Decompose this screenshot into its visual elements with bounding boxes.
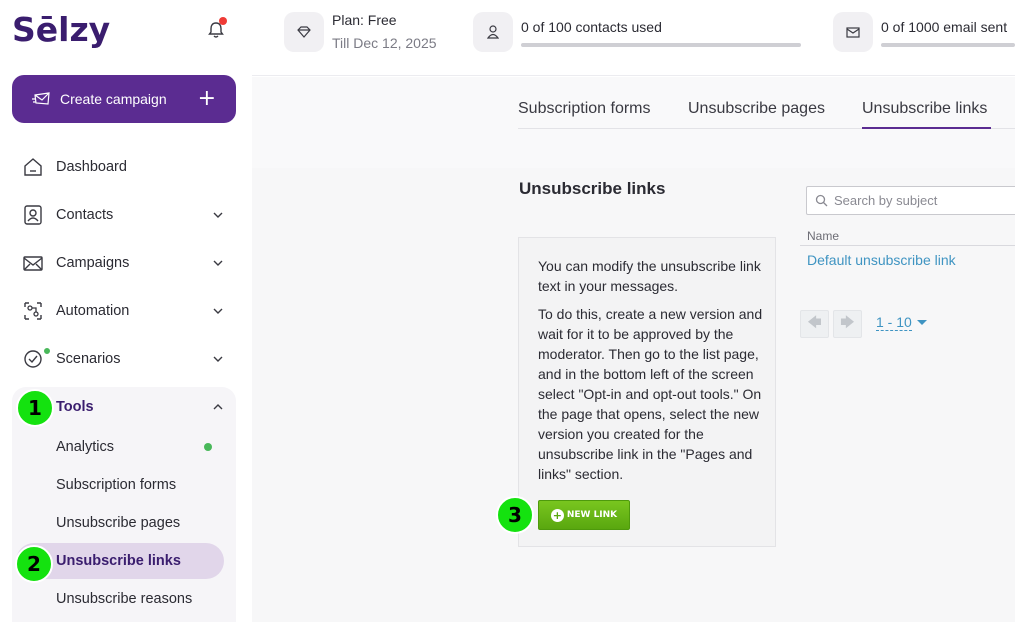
sidebar-item-label: Tools [56,399,94,415]
plus-circle-icon: + [550,508,564,522]
search-icon [815,194,828,207]
send-mail-icon [32,92,50,105]
user-icon [473,12,513,52]
step-marker-2: 2 [15,545,53,583]
envelope-icon [23,256,43,271]
home-icon [24,158,42,176]
sidebar-item-label: Dashboard [56,159,127,175]
arrow-left-icon: 🡄 [807,315,822,331]
info-paragraph-1: You can modify the unsubscribe link text… [538,258,761,294]
active-tab-indicator [862,127,991,129]
chevron-down-icon [213,212,223,218]
mail-icon [833,12,873,52]
pagination-range[interactable]: 1 - 10 [876,314,912,331]
tab-subscription-forms[interactable]: Subscription forms [518,100,651,118]
sidebar-sub-subscription-forms[interactable]: Subscription forms [56,477,176,493]
info-paragraph-2: To do this, create a new version and wai… [538,306,763,482]
sidebar-item-contacts[interactable]: Contacts [22,200,232,230]
page-title: Unsubscribe links [519,179,666,198]
search-box [806,186,1015,215]
sidebar-item-scenarios[interactable]: Scenarios [22,344,232,374]
search-input[interactable] [834,193,1014,208]
sidebar-sub-analytics[interactable]: Analytics [56,439,114,455]
contacts-progress-bar [521,43,801,47]
sidebar-sub-unsubscribe-reasons[interactable]: Unsubscribe reasons [56,591,192,607]
sidebar-item-dashboard[interactable]: Dashboard [22,152,232,182]
sidebar-item-label: Contacts [56,207,114,223]
new-link-label: NEW LINK [566,510,618,520]
tab-unsubscribe-links[interactable]: Unsubscribe links [862,100,987,118]
sidebar-item-campaigns[interactable]: Campaigns [22,248,232,278]
prev-page-button[interactable]: 🡄 [800,310,829,338]
column-header-name[interactable]: Name [807,229,839,243]
top-bar: Plan: Free Till Dec 12, 2025 0 of 100 co… [252,0,1015,76]
emails-sent: 0 of 1000 email sent [881,19,1008,35]
sidebar-item-automation[interactable]: Automation [22,296,232,326]
contacts-icon [24,205,42,225]
emails-progress-bar [881,43,1015,47]
chevron-down-icon [213,260,223,266]
status-dot [43,347,51,355]
tabs-background [252,77,1015,168]
plan-date: Till Dec 12, 2025 [332,35,437,51]
table-row-link[interactable]: Default unsubscribe link [807,252,956,268]
tab-unsubscribe-pages[interactable]: Unsubscribe pages [688,100,825,118]
plan-label[interactable]: Plan: Free [332,12,397,28]
scenarios-icon [24,350,42,368]
chevron-down-icon [213,308,223,314]
step-marker-1: 1 [16,389,54,427]
sidebar-item-tools[interactable]: Tools [56,392,232,422]
sidebar-item-label: Campaigns [56,255,130,271]
arrow-right-icon: 🡆 [840,315,855,331]
caret-down-icon[interactable] [917,320,927,325]
create-campaign-button[interactable]: Create campaign + [12,75,236,123]
notification-dot [219,17,227,25]
status-dot [204,443,212,451]
automation-icon [24,302,42,320]
app-root: Sēlzy Create campaign + Dashboard Contac… [0,0,1015,622]
create-campaign-label: Create campaign [60,91,167,107]
next-page-button[interactable]: 🡆 [833,310,862,338]
new-link-button[interactable]: + NEW LINK [538,500,630,530]
logo[interactable]: Sēlzy [12,10,110,49]
chevron-up-icon [213,404,223,410]
table-divider [800,245,1015,246]
step-marker-3: 3 [496,496,534,534]
sidebar-sub-unsubscribe-pages[interactable]: Unsubscribe pages [56,515,180,531]
sidebar-item-label: Scenarios [56,351,121,367]
sidebar-sub-unsubscribe-links[interactable]: Unsubscribe links [56,553,181,569]
sidebar-item-label: Automation [56,303,130,319]
contacts-used: 0 of 100 contacts used [521,19,662,35]
plus-icon: + [197,86,216,111]
sidebar: Sēlzy Create campaign + Dashboard Contac… [0,0,252,622]
chevron-down-icon [213,356,223,362]
diamond-icon [284,12,324,52]
